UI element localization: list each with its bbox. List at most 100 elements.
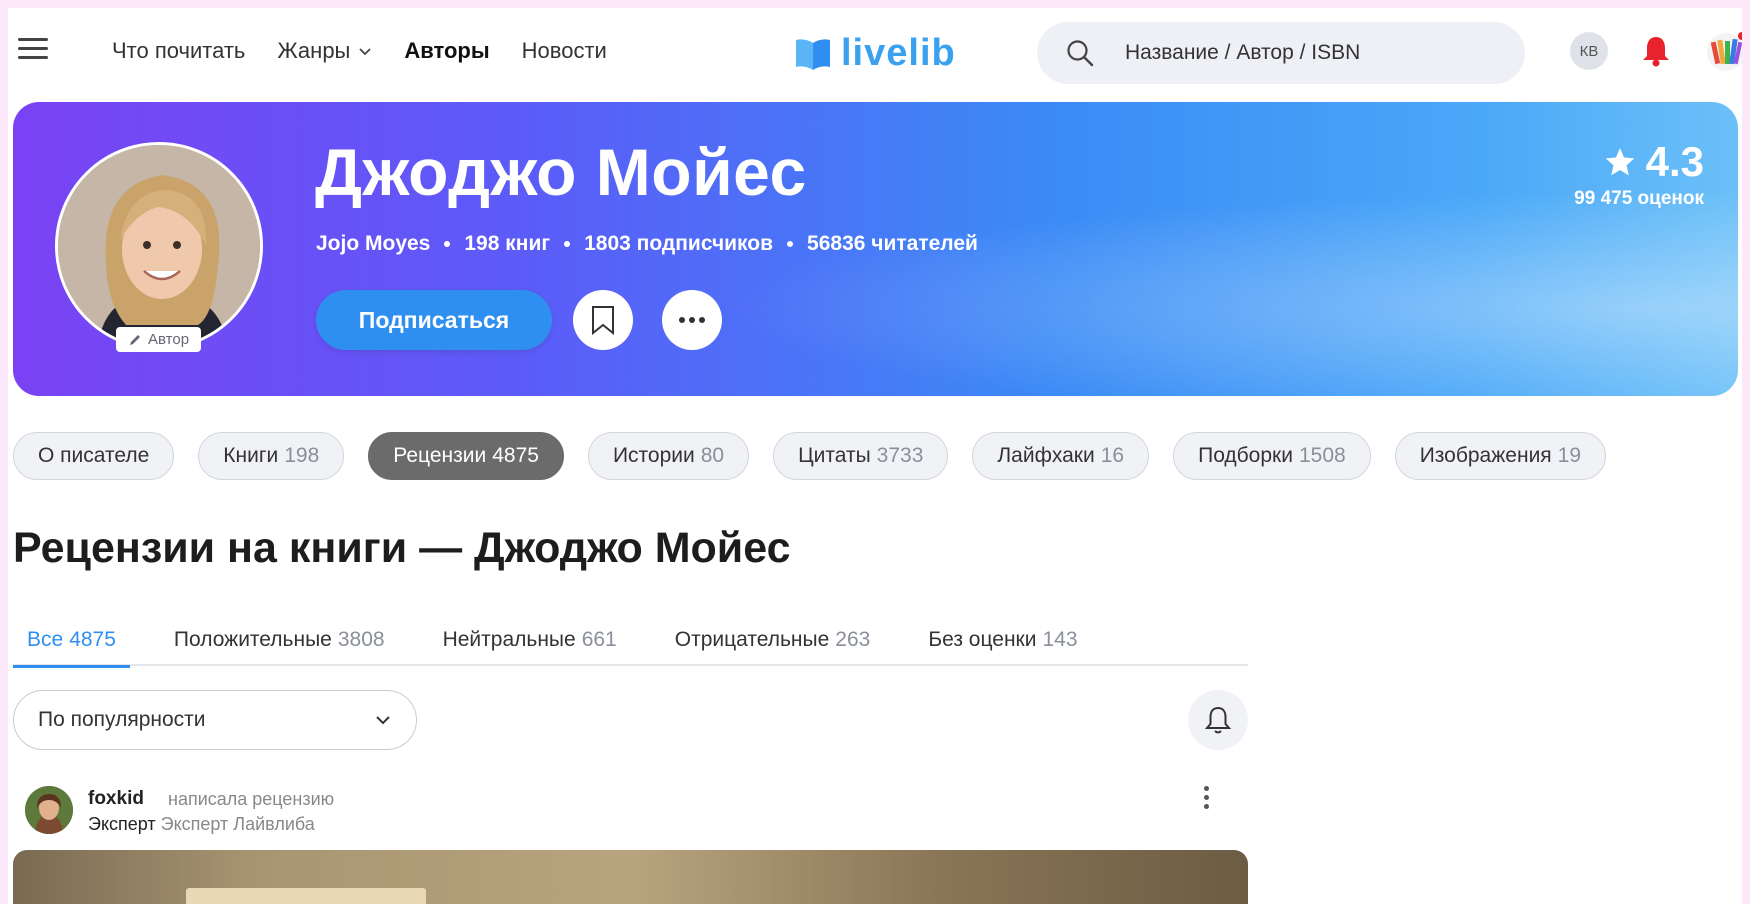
reviewer-role-detail: Эксперт Лайвлиба [160, 814, 315, 834]
more-options-button[interactable] [662, 290, 722, 350]
logo-book-icon [796, 38, 830, 70]
review-filter-tabs: Все 4875 Положительные 3808 Нейтральные 661… [13, 614, 1248, 668]
star-icon [1605, 148, 1634, 176]
author-name: Джоджо Мойес [315, 135, 807, 209]
filter-neutral[interactable]: Нейтральные 661 [429, 614, 631, 666]
subscribe-button[interactable]: Подписаться [316, 290, 552, 350]
filter-all[interactable]: Все 4875 [13, 614, 130, 668]
rating-value: 4.3 [1645, 138, 1704, 185]
filter-positive[interactable]: Положительные 3808 [160, 614, 399, 666]
top-header: Что почитать Жанры Авторы Новости liveli… [8, 8, 1742, 96]
tab-count: 19 [1557, 444, 1582, 467]
bookmark-icon [592, 306, 614, 335]
nav-label: Жанры [277, 38, 351, 63]
tab-label: Цитаты [798, 444, 871, 467]
tab-count: 4875 [492, 444, 539, 467]
rating-count[interactable]: 99 475 оценок [1574, 188, 1704, 210]
chevron-down-icon [359, 48, 372, 56]
logo[interactable]: livelib [793, 32, 956, 75]
tab-count: 80 [700, 444, 725, 467]
menu-icon[interactable] [18, 38, 48, 60]
author-readers-count[interactable]: 56836 читателей [807, 232, 978, 256]
reviewer-username[interactable]: foxkid [88, 788, 144, 810]
tab-collections[interactable]: Подборки 1508 [1173, 432, 1371, 480]
author-portrait [58, 145, 260, 347]
bookshelf-icon[interactable] [1706, 32, 1742, 72]
tab-label: Книги [223, 444, 279, 467]
filter-label: Положительные [173, 628, 332, 651]
filter-count: 3808 [337, 628, 385, 651]
search-box[interactable] [1037, 22, 1525, 84]
filter-label: Отрицательные [674, 628, 830, 651]
tab-lifehacks[interactable]: Лайфхаки 16 [972, 432, 1150, 480]
page: Что почитать Жанры Авторы Новости liveli… [8, 8, 1742, 904]
tab-label: Истории [612, 444, 695, 467]
tab-books[interactable]: Книги 198 [198, 432, 345, 480]
tab-stories[interactable]: Истории 80 [587, 432, 750, 480]
logo-text: livelib [841, 32, 956, 74]
user-avatar[interactable]: КВ [1570, 32, 1608, 70]
review-options-icon[interactable] [1198, 786, 1214, 818]
filter-count: 143 [1042, 628, 1078, 651]
separator-dot [787, 241, 794, 247]
author-badge-label: Автор [148, 331, 190, 348]
author-badge: Автор [116, 327, 202, 352]
tab-about[interactable]: О писателе [13, 432, 175, 480]
author-meta: Jojo Moyes 198 книг 1803 подписчиков 568… [316, 232, 978, 256]
nav-label: Новости [521, 38, 607, 63]
review-cover-image [13, 850, 1248, 904]
tab-label: О писателе [38, 444, 150, 467]
tab-quotes[interactable]: Цитаты 3733 [773, 432, 949, 480]
main-nav: Что почитать Жанры Авторы Новости [112, 38, 607, 64]
tab-count: 198 [284, 444, 320, 467]
author-rating: 4.3 99 475 оценок [1574, 138, 1704, 210]
author-original-name: Jojo Moyes [316, 232, 431, 255]
tab-label: Рецензии [393, 444, 487, 467]
reviewer-role-label: Эксперт [88, 814, 156, 834]
author-hero: Автор Джоджо Мойес Jojo Moyes 198 книг 1… [13, 102, 1738, 396]
review-action-text: написала рецензию [168, 789, 335, 809]
nav-item-genres[interactable]: Жанры [277, 38, 372, 64]
notification-bell-icon[interactable] [1640, 34, 1672, 68]
filter-negative[interactable]: Отрицательные 263 [661, 614, 885, 666]
filter-count: 4875 [69, 628, 116, 651]
filter-label: Все [27, 628, 64, 651]
tab-label: Изображения [1419, 444, 1552, 467]
review-image-card [186, 888, 426, 904]
author-photo [55, 142, 263, 350]
nav-item-news[interactable]: Новости [522, 38, 607, 64]
nav-label: Авторы [404, 38, 490, 63]
reviewer-photo [25, 786, 73, 834]
author-books-count[interactable]: 198 книг [464, 232, 550, 256]
chevron-down-icon [376, 716, 390, 725]
tab-count: 3733 [876, 444, 924, 467]
tab-reviews[interactable]: Рецензии 4875 [368, 432, 564, 480]
search-input[interactable] [1125, 41, 1505, 65]
separator-dot [444, 241, 451, 247]
filter-label: Без оценки [928, 628, 1037, 651]
separator-dot [564, 241, 571, 247]
filter-count: 263 [835, 628, 871, 651]
filter-label: Нейтральные [442, 628, 576, 651]
subscribe-notifications-button[interactable] [1188, 690, 1248, 750]
author-section-tabs: О писателе Книги 198 Рецензии 4875 Истории… [13, 432, 1607, 480]
tab-label: Подборки [1198, 444, 1293, 467]
tab-count: 1508 [1298, 444, 1346, 467]
page-title: Рецензии на книги — Джоджо Мойес [13, 524, 791, 572]
reviewer-avatar[interactable] [25, 786, 73, 834]
sort-select[interactable]: По популярности [13, 690, 417, 750]
search-icon [1067, 40, 1094, 67]
filter-unrated[interactable]: Без оценки 143 [914, 614, 1091, 666]
pencil-icon [130, 334, 140, 345]
reviewer-role: Эксперт Эксперт Лайвлиба [88, 814, 315, 835]
bookmark-button[interactable] [573, 290, 633, 350]
filter-count: 661 [581, 628, 617, 651]
bell-icon [1204, 706, 1232, 734]
nav-item-what-to-read[interactable]: Что почитать [112, 38, 245, 64]
author-subscribers-count[interactable]: 1803 подписчиков [584, 232, 773, 256]
tab-count: 16 [1100, 444, 1125, 467]
nav-item-authors[interactable]: Авторы [404, 38, 489, 64]
tab-label: Лайфхаки [997, 444, 1095, 467]
sort-selected-label: По популярности [38, 708, 206, 731]
tab-images[interactable]: Изображения 19 [1394, 432, 1607, 480]
